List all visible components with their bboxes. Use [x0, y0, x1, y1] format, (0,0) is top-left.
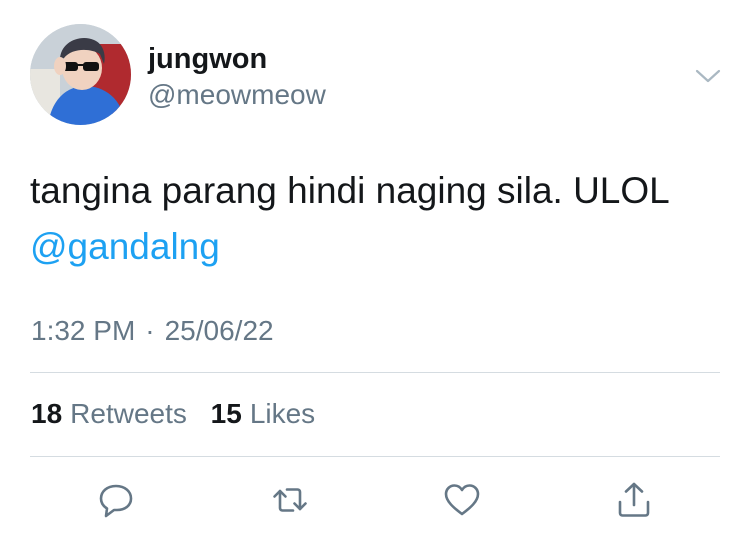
user-handle[interactable]: @meowmeow: [148, 78, 326, 112]
tweet-body: tangina parang hindi naging sila. ULOL: [30, 170, 670, 211]
retweets-stat[interactable]: 18 Retweets: [31, 396, 187, 432]
chevron-down-icon[interactable]: [694, 62, 722, 90]
retweet-button[interactable]: [268, 478, 312, 522]
likes-stat[interactable]: 15 Likes: [211, 396, 316, 432]
reply-icon: [99, 484, 133, 518]
user-names: jungwon @meowmeow: [148, 42, 326, 112]
tweet-time[interactable]: 1:32 PM: [31, 315, 135, 346]
retweets-count: 18: [31, 398, 63, 429]
tweet-date[interactable]: 25/06/22: [165, 315, 274, 346]
likes-label: Likes: [249, 398, 316, 429]
action-bar: [0, 478, 750, 522]
divider: [30, 456, 720, 457]
separator: ·: [145, 315, 155, 346]
mention-link[interactable]: @gandalng: [30, 219, 730, 275]
like-button[interactable]: [440, 478, 484, 522]
share-button[interactable]: [612, 478, 656, 522]
share-icon: [618, 482, 650, 517]
reply-button[interactable]: [94, 478, 138, 522]
display-name[interactable]: jungwon: [148, 42, 326, 76]
retweet-icon: [273, 488, 307, 512]
tweet-stats: 18 Retweets 15 Likes: [31, 396, 315, 432]
heart-icon: [444, 484, 480, 516]
tweet-header: jungwon @meowmeow: [30, 24, 730, 126]
timestamp: 1:32 PM · 25/06/22: [31, 313, 274, 349]
divider: [30, 372, 720, 373]
retweets-label: Retweets: [70, 398, 187, 429]
tweet-text: tangina parang hindi naging sila. ULOL @…: [30, 163, 730, 275]
avatar[interactable]: [30, 24, 131, 125]
likes-count: 15: [210, 398, 242, 429]
